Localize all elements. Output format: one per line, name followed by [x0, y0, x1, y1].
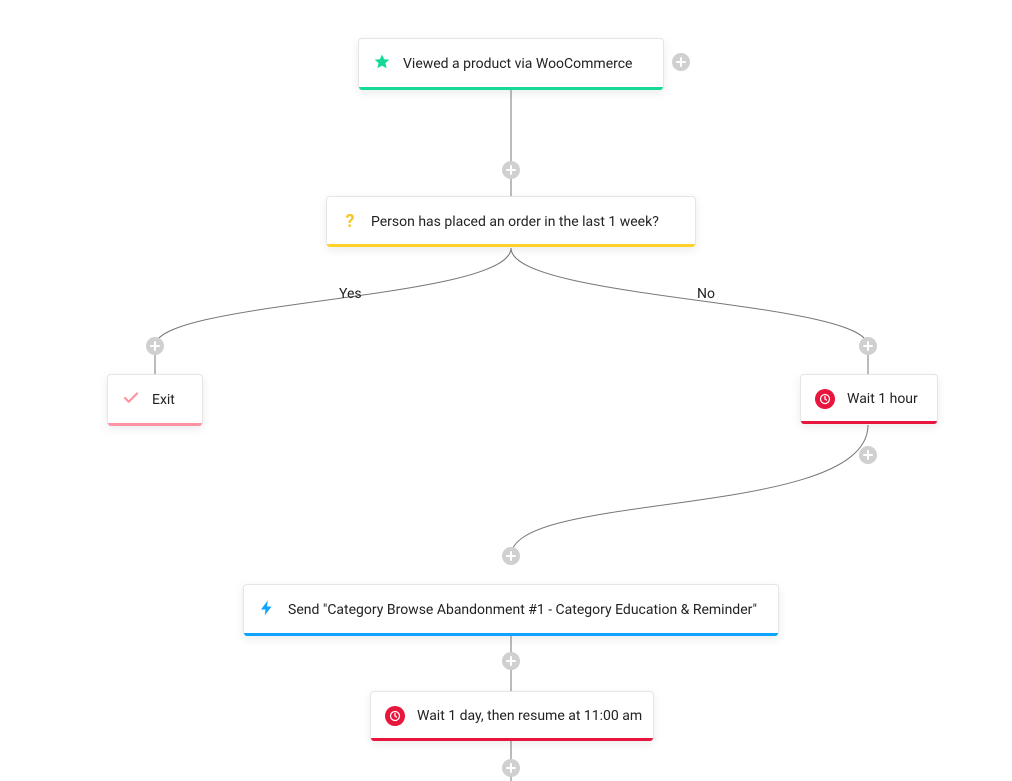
trigger-node[interactable]: Viewed a product via WooCommerce — [358, 38, 664, 90]
branch-label-no: No — [697, 286, 715, 302]
accent-bar — [359, 87, 663, 90]
branch-label-yes: Yes — [339, 286, 362, 302]
action-node[interactable]: Send "Category Browse Abandonment #1 - C… — [243, 584, 779, 636]
add-button[interactable] — [502, 161, 520, 179]
wait-node[interactable]: Wait 1 day, then resume at 11:00 am — [370, 691, 654, 741]
wait-label: Wait 1 hour — [847, 391, 918, 407]
add-button[interactable] — [502, 759, 520, 777]
add-button[interactable] — [502, 652, 520, 670]
wait-node[interactable]: Wait 1 hour — [800, 374, 938, 424]
condition-node[interactable]: ? Person has placed an order in the last… — [326, 196, 696, 247]
condition-label: Person has placed an order in the last 1… — [371, 214, 659, 230]
accent-bar — [371, 738, 653, 741]
add-button[interactable] — [859, 337, 877, 355]
star-icon — [373, 53, 391, 75]
accent-bar — [244, 633, 778, 636]
action-label: Send "Category Browse Abandonment #1 - C… — [288, 602, 757, 618]
trigger-label: Viewed a product via WooCommerce — [403, 56, 632, 72]
accent-bar — [108, 423, 202, 426]
wait-label: Wait 1 day, then resume at 11:00 am — [417, 708, 642, 724]
exit-node[interactable]: Exit — [107, 374, 203, 426]
add-button[interactable] — [859, 446, 877, 464]
add-button[interactable] — [146, 337, 164, 355]
question-icon: ? — [341, 211, 359, 232]
clock-icon — [385, 706, 405, 726]
accent-bar — [801, 421, 937, 424]
exit-label: Exit — [152, 392, 175, 408]
bolt-icon — [258, 599, 276, 621]
check-icon — [122, 389, 140, 411]
workflow-canvas: Yes No Viewed a product via WooCommerce … — [0, 0, 1012, 781]
accent-bar — [327, 244, 695, 247]
clock-icon — [815, 389, 835, 409]
add-button[interactable] — [672, 53, 690, 71]
add-button[interactable] — [502, 547, 520, 565]
